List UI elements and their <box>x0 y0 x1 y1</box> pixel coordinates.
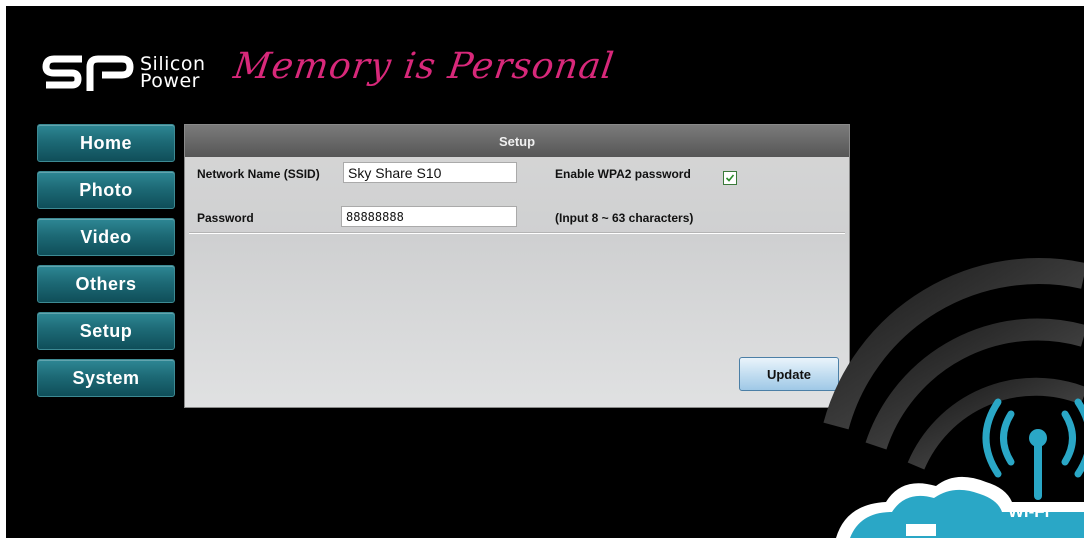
tagline: Memory is Personal <box>231 46 617 87</box>
sidebar-item-photo[interactable]: Photo <box>37 171 175 209</box>
sidebar: Home Photo Video Others Setup System <box>37 124 175 406</box>
logo-text: Silicon Power <box>140 55 206 92</box>
wpa2-label: Enable WPA2 password <box>555 167 691 181</box>
wifi-label: Wi-Fi <box>1008 502 1050 521</box>
password-hint: (Input 8 ~ 63 characters) <box>555 211 694 225</box>
ssid-label: Network Name (SSID) <box>197 167 320 181</box>
sidebar-item-home[interactable]: Home <box>37 124 175 162</box>
sp-logo-icon <box>42 55 134 91</box>
screen: Silicon Power Memory is Personal Home Ph… <box>6 6 1084 538</box>
password-label: Password <box>197 211 254 225</box>
divider <box>189 233 845 234</box>
sidebar-item-setup[interactable]: Setup <box>37 312 175 350</box>
wpa2-checkbox[interactable] <box>723 171 737 185</box>
sidebar-item-video[interactable]: Video <box>37 218 175 256</box>
ssid-input[interactable]: Sky Share S10 <box>343 162 517 183</box>
sidebar-item-others[interactable]: Others <box>37 265 175 303</box>
password-input[interactable]: 88888888 <box>341 206 517 227</box>
logo-word-power: Power <box>140 70 200 92</box>
panel-title: Setup <box>185 125 849 157</box>
wifi-decoration <box>823 258 1084 538</box>
setup-panel: Setup Network Name (SSID) Sky Share S10 … <box>184 124 850 408</box>
sidebar-item-system[interactable]: System <box>37 359 175 397</box>
antenna-icon <box>982 398 1084 500</box>
silicon-power-logo: Silicon Power <box>42 48 206 98</box>
checkmark-icon <box>725 174 735 182</box>
